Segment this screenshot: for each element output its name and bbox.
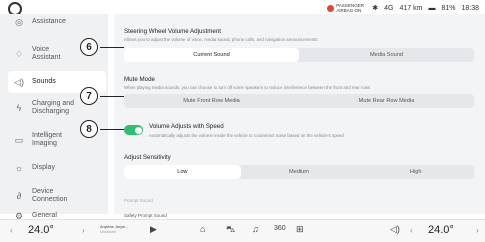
sensitivity-title: Adjust Sensitivity bbox=[124, 154, 171, 161]
360-view-icon[interactable]: 360 bbox=[274, 225, 286, 232]
sidebar-item-device-connection[interactable]: ∂ Device Connection bbox=[14, 188, 104, 204]
play-icon[interactable]: ▶ bbox=[150, 224, 157, 235]
left-temperature[interactable]: 24.0° bbox=[28, 224, 54, 236]
sensitivity-low-option[interactable]: Low bbox=[124, 165, 241, 179]
sidebar-item-label: Intelligent Imaging bbox=[32, 132, 62, 147]
apps-icon[interactable]: ⊞ bbox=[296, 224, 304, 235]
music-icon[interactable]: ♫ bbox=[252, 224, 259, 234]
battery-percent: 81% bbox=[441, 4, 456, 12]
temp-increase-right[interactable]: › bbox=[476, 226, 479, 235]
steering-volume-title: Steering Wheel Volume Adjustment bbox=[124, 28, 221, 35]
temp-increase-left[interactable]: › bbox=[82, 226, 85, 235]
battery-icon: ▬ bbox=[428, 4, 436, 12]
callout-7: 7 bbox=[80, 87, 98, 105]
steering-icon: ◎ bbox=[15, 17, 23, 27]
sidebar-item-label: Sounds bbox=[32, 78, 56, 85]
sensitivity-medium-option[interactable]: Medium bbox=[241, 165, 358, 179]
status-indicators: PASSENGER AIRBAG ON ✱ 4G 417 km ▬ 81% 18… bbox=[327, 3, 479, 13]
callout-6: 6 bbox=[80, 38, 98, 56]
airbag-status: PASSENGER AIRBAG ON bbox=[327, 3, 366, 13]
current-sound-option[interactable]: Current Sound bbox=[124, 48, 299, 62]
callout-8: 8 bbox=[80, 120, 98, 138]
range-readout: 417 km bbox=[399, 4, 423, 12]
sidebar-item-label: Charging and Discharging bbox=[32, 100, 75, 115]
sidebar-item-label: Display bbox=[32, 164, 55, 171]
steering-volume-desc: Allows you to adjust the volume of voice… bbox=[124, 37, 318, 42]
volume-speed-title: Volume Adjusts with Speed bbox=[149, 123, 224, 130]
temp-decrease-left[interactable]: ‹ bbox=[10, 226, 13, 235]
steering-volume-selector: Current Sound Media Sound bbox=[124, 48, 474, 62]
mute-mode-desc: When playing media sounds, you can choos… bbox=[124, 85, 371, 90]
volume-icon[interactable]: ◁) bbox=[390, 224, 400, 235]
callout-connector bbox=[100, 96, 124, 98]
airbag-label: PASSENGER AIRBAG ON bbox=[336, 3, 364, 13]
bluetooth-icon: ✱ bbox=[372, 5, 379, 12]
camera-icon: ▭ bbox=[14, 135, 24, 145]
sensitivity-high-option[interactable]: High bbox=[357, 165, 474, 179]
media-subtitle: Unknown bbox=[100, 230, 116, 234]
right-temperature[interactable]: 24.0° bbox=[428, 224, 454, 236]
sensitivity-selector: Low Medium High bbox=[124, 165, 474, 179]
car-icon[interactable]: ⛍ bbox=[226, 224, 235, 236]
mute-mode-title: Mute Mode bbox=[124, 76, 155, 83]
safety-prompt-label: Safety Prompt Sound bbox=[124, 213, 167, 218]
sidebar-item-label: Device Connection bbox=[32, 188, 68, 203]
temp-decrease-right[interactable]: ‹ bbox=[410, 226, 413, 235]
callout-connector bbox=[100, 47, 124, 49]
clock: 18:38 bbox=[461, 4, 479, 12]
plug-icon: ϟ bbox=[16, 103, 22, 113]
mute-front-row-option[interactable]: Mute Front Row Media bbox=[124, 94, 299, 108]
sidebar-item-label: Voice Assistant bbox=[32, 46, 61, 61]
sidebar-item-display[interactable]: ☼ Display bbox=[14, 163, 104, 173]
prompt-sound-label: Prompt Sound bbox=[124, 198, 153, 203]
speaker-icon: ◁) bbox=[14, 77, 24, 87]
sounds-settings-panel bbox=[114, 14, 485, 214]
signal-indicator: 4G bbox=[384, 4, 394, 12]
sun-icon: ☼ bbox=[14, 163, 24, 173]
callout-connector bbox=[100, 129, 124, 131]
volume-speed-toggle[interactable] bbox=[124, 125, 143, 135]
mute-mode-selector: Mute Front Row Media Mute Rear Row Media bbox=[124, 94, 474, 108]
volume-speed-desc: Automatically adjusts the volume inside … bbox=[149, 133, 344, 138]
sidebar-item-label: Assistance bbox=[32, 18, 66, 25]
link-icon: ∂ bbox=[16, 191, 22, 201]
bottom-dock: ‹ 24.0° › Anytime, Anyw... Unknown ▶ ⌂ ⛍… bbox=[0, 219, 485, 242]
media-info[interactable]: Anytime, Anyw... Unknown bbox=[100, 225, 128, 235]
airbag-icon bbox=[327, 4, 335, 12]
mute-rear-row-option[interactable]: Mute Rear Row Media bbox=[299, 94, 474, 108]
media-sound-option[interactable]: Media Sound bbox=[299, 48, 474, 62]
home-icon[interactable]: ⌂ bbox=[200, 224, 205, 234]
sidebar-item-assistance[interactable]: ◎ Assistance bbox=[14, 17, 104, 27]
mic-icon: ♢ bbox=[14, 49, 24, 59]
